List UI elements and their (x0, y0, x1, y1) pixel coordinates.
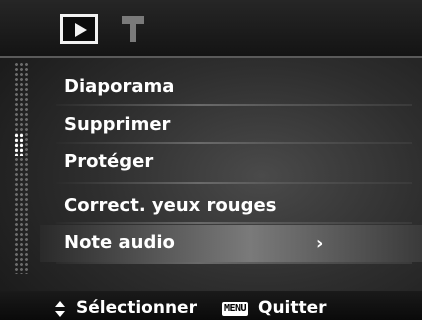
menu-button-icon: MENU (222, 302, 249, 316)
menu-divider (56, 104, 412, 106)
camera-playback-menu: Diaporama Supprimer Protéger Correct. ye… (0, 0, 422, 320)
menu-divider (56, 262, 412, 264)
menu-divider (56, 182, 412, 184)
tab-playback[interactable] (60, 14, 98, 44)
up-down-arrows-icon (55, 301, 65, 317)
scrollbar-thumb[interactable] (14, 133, 24, 156)
select-hint: Sélectionner (76, 298, 197, 318)
menu-item-diaporama[interactable]: Diaporama (64, 70, 174, 103)
tab-bar (0, 0, 422, 56)
wrench-icon (122, 16, 144, 42)
header-divider (0, 56, 422, 58)
tab-setup[interactable] (120, 14, 146, 44)
menu-item-note-audio[interactable]: Note audio (64, 226, 175, 259)
submenu-chevron-icon: › (316, 233, 324, 254)
play-icon (75, 23, 87, 37)
menu-item-supprimer[interactable]: Supprimer (64, 108, 170, 141)
menu-item-correct-yeux-rouges[interactable]: Correct. yeux rouges (64, 189, 276, 222)
quit-hint: Quitter (258, 298, 327, 318)
menu-divider (56, 222, 412, 224)
scrollbar[interactable] (14, 62, 30, 274)
menu-item-proteger[interactable]: Protéger (64, 145, 153, 178)
menu-divider (56, 142, 412, 144)
